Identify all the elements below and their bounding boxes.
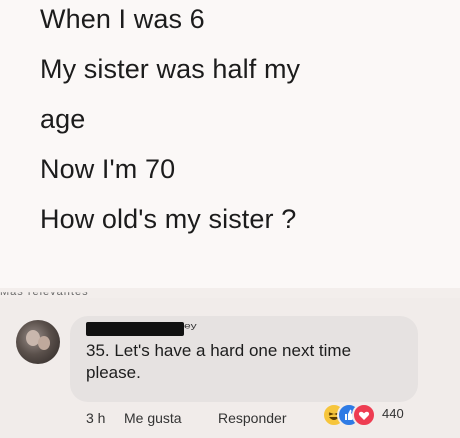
post-line: How old's my sister ? [40, 204, 297, 234]
reaction-count: 440 [382, 406, 404, 421]
comment-text: 35. Let's have a hard one next time plea… [86, 341, 352, 382]
avatar[interactable] [16, 320, 60, 364]
post-text-area: When I was 6 My sister was half my age N… [0, 0, 460, 288]
reactions-summary[interactable]: 440 [322, 403, 432, 427]
like-button[interactable]: Me gusta [124, 410, 182, 426]
reply-button[interactable]: Responder [218, 410, 287, 426]
comment-time[interactable]: 3 h [86, 410, 105, 426]
redacted-name[interactable] [86, 322, 184, 336]
love-icon [352, 403, 376, 427]
post-line: age [40, 104, 86, 134]
post-line: Now I'm 70 [40, 154, 176, 184]
post-line: When I was 6 [40, 4, 205, 34]
post-line: My sister was half my [40, 54, 301, 84]
commenter-name-fragment: ey [184, 321, 197, 331]
